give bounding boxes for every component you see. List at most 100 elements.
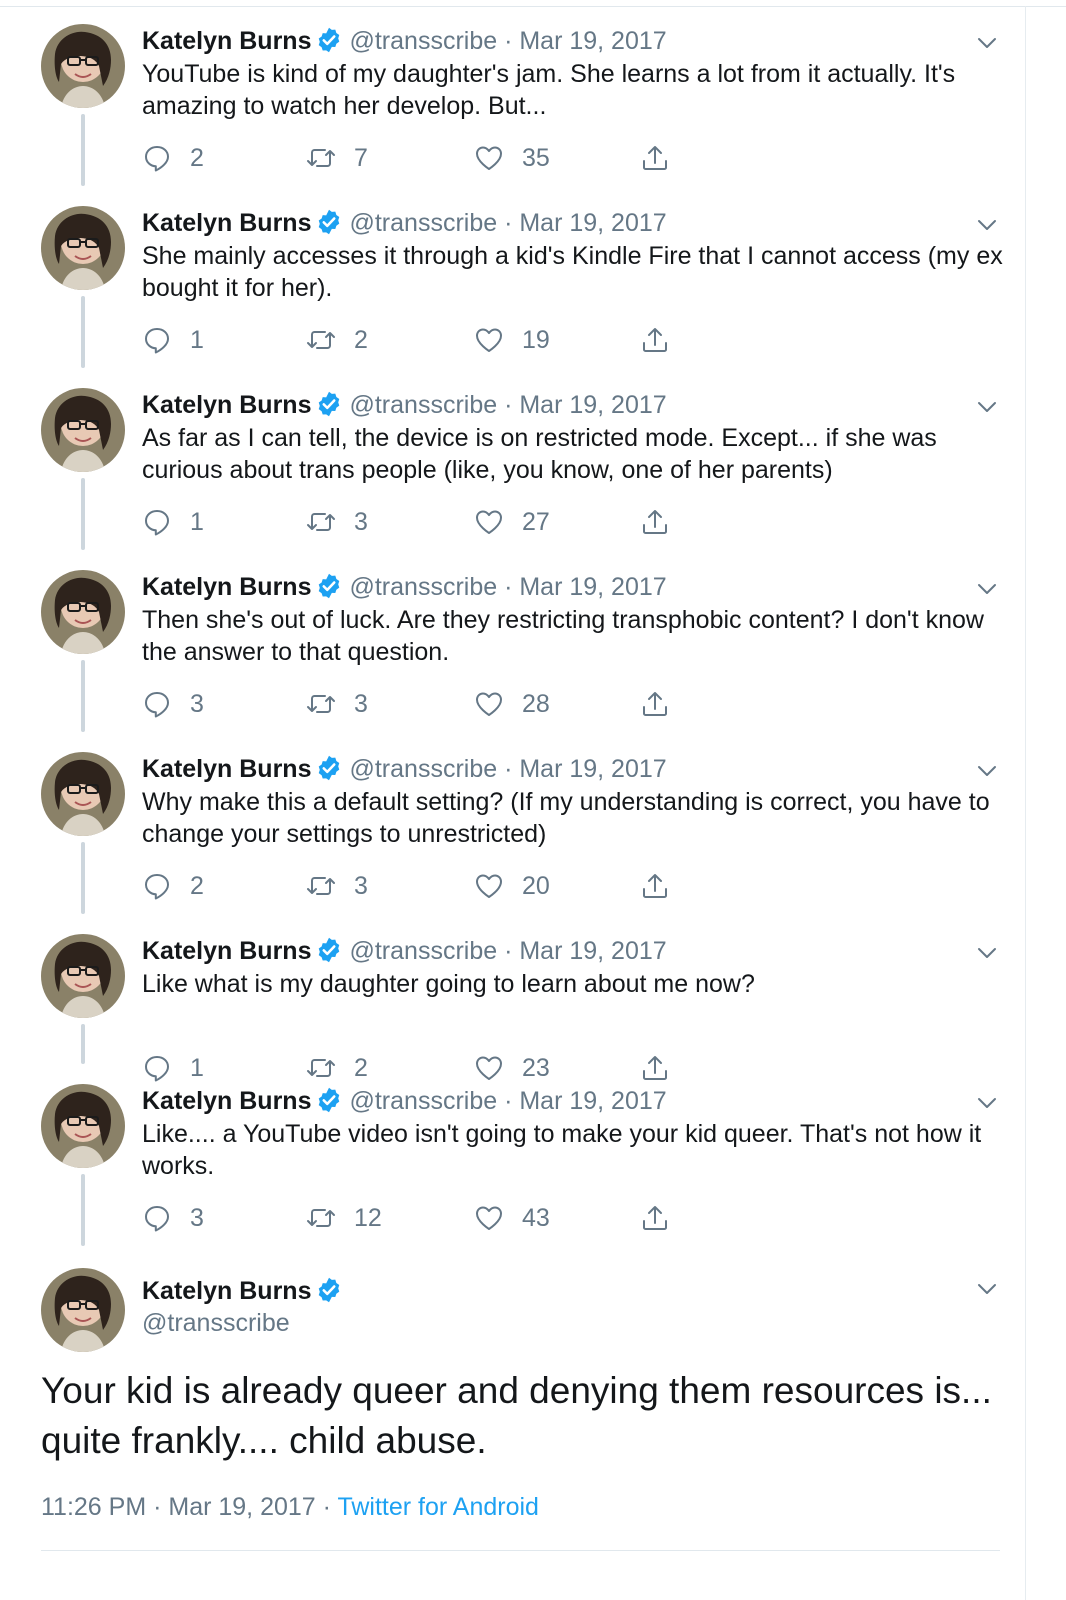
tweet-date[interactable]: Mar 19, 2017: [519, 209, 666, 237]
tweet-date[interactable]: Mar 19, 2017: [519, 755, 666, 783]
tweet-time[interactable]: 11:26 PM: [41, 1493, 146, 1521]
tweet-date[interactable]: Mar 19, 2017: [519, 27, 666, 55]
tweet-date[interactable]: Mar 19, 2017: [519, 1087, 666, 1115]
thread-connector: [81, 478, 85, 550]
share-button[interactable]: [640, 320, 670, 360]
author-name[interactable]: Katelyn Burns: [142, 27, 311, 55]
retweet-icon: [306, 689, 336, 719]
share-button[interactable]: [640, 138, 670, 178]
retweet-button[interactable]: 3: [306, 866, 368, 906]
tweet-header: Katelyn Burns @transscribe · Mar 19, 2017: [142, 388, 667, 422]
like-button[interactable]: 35: [474, 138, 550, 178]
tweet-thread: Katelyn Burns @transscribe · Mar 19, 2017…: [0, 0, 1066, 1600]
share-icon: [640, 689, 670, 719]
avatar[interactable]: [41, 206, 125, 290]
avatar[interactable]: [41, 934, 125, 1018]
avatar[interactable]: [41, 1084, 125, 1168]
avatar[interactable]: [41, 24, 125, 108]
tweet-header: Katelyn Burns @transscribe · Mar 19, 2017: [142, 570, 667, 604]
chevron-down-icon[interactable]: [976, 1278, 998, 1300]
tweet-text: YouTube is kind of my daughter's jam. Sh…: [142, 60, 956, 120]
share-icon: [640, 143, 670, 173]
chevron-down-icon[interactable]: [976, 578, 998, 600]
thread-connector: [81, 296, 85, 368]
avatar[interactable]: [41, 1268, 125, 1352]
verified-badge-icon: [315, 1276, 343, 1304]
thread-tweet[interactable]: Katelyn Burns @transscribe · Mar 19, 2017…: [0, 0, 1066, 186]
author-handle[interactable]: @transscribe: [349, 391, 497, 419]
verified-badge-icon: [315, 26, 343, 54]
reply-button[interactable]: 2: [142, 866, 204, 906]
share-button[interactable]: [640, 1198, 670, 1238]
avatar[interactable]: [41, 388, 125, 472]
retweet-button[interactable]: 12: [306, 1198, 382, 1238]
tweet-footer: 11:26 PM · Mar 19, 2017 · Twitter for An…: [41, 1493, 539, 1521]
main-tweet-text: Your kid is already queer and denying th…: [41, 1370, 992, 1461]
heart-icon: [474, 325, 504, 355]
reply-button[interactable]: 3: [142, 684, 204, 724]
reply-button[interactable]: 2: [142, 138, 204, 178]
author-handle[interactable]: @transscribe: [349, 1087, 497, 1115]
tweet-date[interactable]: Mar 19, 2017: [519, 937, 666, 965]
thread-tweet[interactable]: Katelyn Burns @transscribe · Mar 19, 2017…: [0, 546, 1066, 732]
author-handle[interactable]: @transscribe: [349, 27, 497, 55]
reply-count: 2: [190, 871, 204, 900]
heart-icon: [474, 507, 504, 537]
thread-tweet[interactable]: Katelyn Burns @transscribe · Mar 19, 2017…: [0, 182, 1066, 368]
share-button[interactable]: [640, 684, 670, 724]
meta-separator: ·: [497, 27, 520, 55]
thread-tweet[interactable]: Katelyn Burns @transscribe · Mar 19, 2017…: [0, 728, 1066, 914]
thread-tweet[interactable]: Katelyn Burns @transscribe · Mar 19, 2017…: [0, 910, 1066, 1082]
thread-connector: [81, 114, 85, 186]
chevron-down-icon[interactable]: [976, 32, 998, 54]
reply-button[interactable]: 3: [142, 1198, 204, 1238]
avatar[interactable]: [41, 570, 125, 654]
reply-icon: [142, 325, 172, 355]
meta-separator: ·: [497, 209, 520, 237]
like-button[interactable]: 19: [474, 320, 550, 360]
author-name-text[interactable]: Katelyn Burns: [142, 1277, 311, 1305]
reply-button[interactable]: 1: [142, 502, 204, 542]
author-handle[interactable]: @transscribe: [142, 1306, 290, 1340]
thread-tweet[interactable]: Katelyn Burns @transscribe · Mar 19, 2017…: [0, 1060, 1066, 1246]
author-name[interactable]: Katelyn Burns: [142, 573, 311, 601]
share-button[interactable]: [640, 502, 670, 542]
retweet-button[interactable]: 7: [306, 138, 368, 178]
chevron-down-icon[interactable]: [976, 760, 998, 782]
author-handle[interactable]: @transscribe: [349, 209, 497, 237]
author-name[interactable]: Katelyn Burns: [142, 209, 311, 237]
author-name[interactable]: Katelyn Burns: [142, 1274, 349, 1308]
like-count: 28: [522, 689, 550, 718]
avatar[interactable]: [41, 752, 125, 836]
chevron-down-icon[interactable]: [976, 396, 998, 418]
tweet-date[interactable]: Mar 19, 2017: [168, 1493, 315, 1521]
retweet-icon: [306, 507, 336, 537]
author-name[interactable]: Katelyn Burns: [142, 755, 311, 783]
like-button[interactable]: 20: [474, 866, 550, 906]
author-handle[interactable]: @transscribe: [349, 755, 497, 783]
tweet-client-link[interactable]: Twitter for Android: [337, 1493, 538, 1521]
tweet-text: Like.... a YouTube video isn't going to …: [142, 1120, 982, 1180]
share-button[interactable]: [640, 866, 670, 906]
tweet-date[interactable]: Mar 19, 2017: [519, 573, 666, 601]
author-name[interactable]: Katelyn Burns: [142, 1087, 311, 1115]
author-name[interactable]: Katelyn Burns: [142, 937, 311, 965]
main-tweet[interactable]: Katelyn Burns @transscribe Your kid is a…: [0, 1258, 1066, 1600]
retweet-button[interactable]: 2: [306, 320, 368, 360]
author-handle[interactable]: @transscribe: [349, 573, 497, 601]
like-button[interactable]: 27: [474, 502, 550, 542]
like-button[interactable]: 28: [474, 684, 550, 724]
retweet-button[interactable]: 3: [306, 684, 368, 724]
reply-button[interactable]: 1: [142, 320, 204, 360]
chevron-down-icon[interactable]: [976, 214, 998, 236]
like-button[interactable]: 43: [474, 1198, 550, 1238]
author-name[interactable]: Katelyn Burns: [142, 391, 311, 419]
chevron-down-icon[interactable]: [976, 942, 998, 964]
thread-tweet[interactable]: Katelyn Burns @transscribe · Mar 19, 2017…: [0, 364, 1066, 550]
reply-count: 1: [190, 507, 204, 536]
tweet-date[interactable]: Mar 19, 2017: [519, 391, 666, 419]
chevron-down-icon[interactable]: [976, 1092, 998, 1114]
author-handle[interactable]: @transscribe: [349, 937, 497, 965]
retweet-button[interactable]: 3: [306, 502, 368, 542]
verified-badge-icon: [315, 572, 343, 600]
